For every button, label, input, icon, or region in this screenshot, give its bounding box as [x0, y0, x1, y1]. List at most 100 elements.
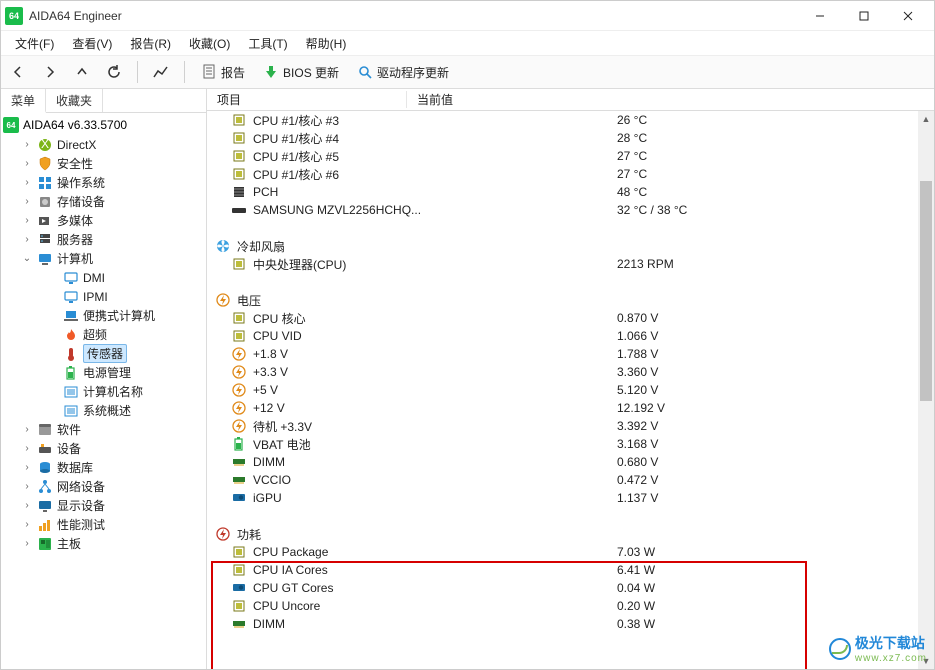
back-button[interactable] [5, 59, 31, 85]
driver-update-button[interactable]: 驱动程序更新 [351, 59, 455, 85]
tree-item[interactable]: IPMI [1, 287, 206, 306]
tab-menu[interactable]: 菜单 [1, 89, 46, 113]
tree-item[interactable]: ›XDirectX [1, 135, 206, 154]
tree-item[interactable]: 超频 [1, 325, 206, 344]
twisty-icon[interactable]: › [21, 177, 33, 188]
twisty-icon[interactable]: › [21, 158, 33, 169]
close-button[interactable] [886, 2, 930, 30]
sensor-row[interactable]: VBAT 电池3.168 V [207, 435, 934, 453]
menu-file[interactable]: 文件(F) [7, 33, 62, 54]
twisty-icon[interactable]: › [21, 462, 33, 473]
section-header[interactable]: 电压 [207, 291, 934, 309]
row-value: 1.066 V [617, 329, 658, 343]
column-header-item[interactable]: 项目 [207, 91, 407, 108]
tree-item[interactable]: ⌄计算机 [1, 249, 206, 268]
report-button[interactable]: 报告 [195, 59, 251, 85]
tree-item-label: DMI [83, 271, 105, 285]
tab-favorites[interactable]: 收藏夹 [46, 89, 103, 112]
tree-item[interactable]: ›安全性 [1, 154, 206, 173]
section-header[interactable]: 功耗 [207, 525, 934, 543]
sensor-row[interactable]: 待机 +3.3V3.392 V [207, 417, 934, 435]
sensor-row[interactable]: CPU 核心0.870 V [207, 309, 934, 327]
sensor-row[interactable]: CPU Package7.03 W [207, 543, 934, 561]
volt-icon [231, 364, 247, 380]
tree-item[interactable]: ›存储设备 [1, 192, 206, 211]
sensor-row[interactable]: CPU Uncore0.20 W [207, 597, 934, 615]
menu-help[interactable]: 帮助(H) [298, 33, 355, 54]
refresh-button[interactable] [101, 59, 127, 85]
chip-icon [231, 562, 247, 578]
sensor-row[interactable]: CPU #1/核心 #326 °C [207, 111, 934, 129]
tree-item[interactable]: DMI [1, 268, 206, 287]
menu-report[interactable]: 报告(R) [122, 33, 179, 54]
forward-button[interactable] [37, 59, 63, 85]
volt-icon [231, 400, 247, 416]
sensor-row[interactable]: iGPU1.137 V [207, 489, 934, 507]
sensor-row[interactable]: CPU #1/核心 #527 °C [207, 147, 934, 165]
sensor-row[interactable]: +12 V12.192 V [207, 399, 934, 417]
minimize-button[interactable] [798, 2, 842, 30]
column-header-value[interactable]: 当前值 [407, 91, 934, 108]
scrollbar-vertical[interactable]: ▲ ▼ [918, 111, 934, 669]
tree-item[interactable]: › 网络设备 [1, 477, 206, 496]
sensor-row[interactable]: CPU IA Cores6.41 W [207, 561, 934, 579]
twisty-icon[interactable]: › [21, 139, 33, 150]
tree-item[interactable]: ›操作系统 [1, 173, 206, 192]
twisty-icon[interactable]: › [21, 481, 33, 492]
bios-update-button[interactable]: BIOS 更新 [257, 59, 345, 85]
sensor-row[interactable]: +5 V5.120 V [207, 381, 934, 399]
tree-item[interactable]: 传感器 [1, 344, 206, 363]
tree-item[interactable]: 系统概述 [1, 401, 206, 420]
volt-icon [231, 382, 247, 398]
tree-item[interactable]: ›性能测试 [1, 515, 206, 534]
row-label: 功耗 [237, 526, 261, 543]
sensor-row[interactable]: CPU #1/核心 #428 °C [207, 129, 934, 147]
sensor-row[interactable]: VCCIO0.472 V [207, 471, 934, 489]
twisty-icon[interactable]: › [21, 424, 33, 435]
section-header[interactable]: 冷却风扇 [207, 237, 934, 255]
menu-tools[interactable]: 工具(T) [240, 33, 295, 54]
tree-item[interactable]: ›数据库 [1, 458, 206, 477]
tree-item[interactable]: ›显示设备 [1, 496, 206, 515]
tree-item[interactable]: ›软件 [1, 420, 206, 439]
sensor-row[interactable]: PCH48 °C [207, 183, 934, 201]
sensor-row[interactable]: CPU GT Cores0.04 W [207, 579, 934, 597]
sensor-row[interactable]: SAMSUNG MZVL2256HCHQ...32 °C / 38 °C [207, 201, 934, 219]
sensor-row[interactable]: DIMM0.38 W [207, 615, 934, 633]
tree-root[interactable]: 64 AIDA64 v6.33.5700 [1, 115, 206, 135]
sensor-row[interactable]: +1.8 V1.788 V [207, 345, 934, 363]
tree-item[interactable]: ›设备 [1, 439, 206, 458]
scroll-thumb[interactable] [920, 181, 932, 401]
up-button[interactable] [69, 59, 95, 85]
chart-button[interactable] [148, 59, 174, 85]
tree-item-label: 网络设备 [57, 478, 105, 495]
twisty-icon[interactable]: › [21, 443, 33, 454]
tree-item[interactable]: ›多媒体 [1, 211, 206, 230]
menu-favorites[interactable]: 收藏(O) [181, 33, 238, 54]
twisty-icon[interactable]: › [21, 215, 33, 226]
sensor-row[interactable]: CPU VID1.066 V [207, 327, 934, 345]
scroll-up-icon[interactable]: ▲ [918, 111, 934, 127]
sensor-row[interactable]: +3.3 V3.360 V [207, 363, 934, 381]
app-icon: 64 [3, 117, 19, 133]
tree-item[interactable]: ›服务器 [1, 230, 206, 249]
twisty-icon[interactable]: › [21, 234, 33, 245]
sensor-row[interactable]: CPU #1/核心 #627 °C [207, 165, 934, 183]
volt-icon [231, 418, 247, 434]
sensor-row[interactable]: 中央处理器(CPU)2213 RPM [207, 255, 934, 273]
maximize-button[interactable] [842, 2, 886, 30]
sensor-row[interactable]: DIMM0.680 V [207, 453, 934, 471]
twisty-icon[interactable]: › [21, 519, 33, 530]
menu-view[interactable]: 查看(V) [64, 33, 120, 54]
network-icon [37, 479, 53, 495]
tree-item[interactable]: 电源管理 [1, 363, 206, 382]
row-value: 28 °C [617, 131, 647, 145]
tree-item[interactable]: 便携式计算机 [1, 306, 206, 325]
tree-item[interactable]: 计算机名称 [1, 382, 206, 401]
titlebar: 64 AIDA64 Engineer [1, 1, 934, 31]
twisty-icon[interactable]: › [21, 196, 33, 207]
twisty-icon[interactable]: ⌄ [21, 253, 33, 264]
tree-item[interactable]: ›主板 [1, 534, 206, 553]
twisty-icon[interactable]: › [21, 538, 33, 549]
twisty-icon[interactable]: › [21, 500, 33, 511]
